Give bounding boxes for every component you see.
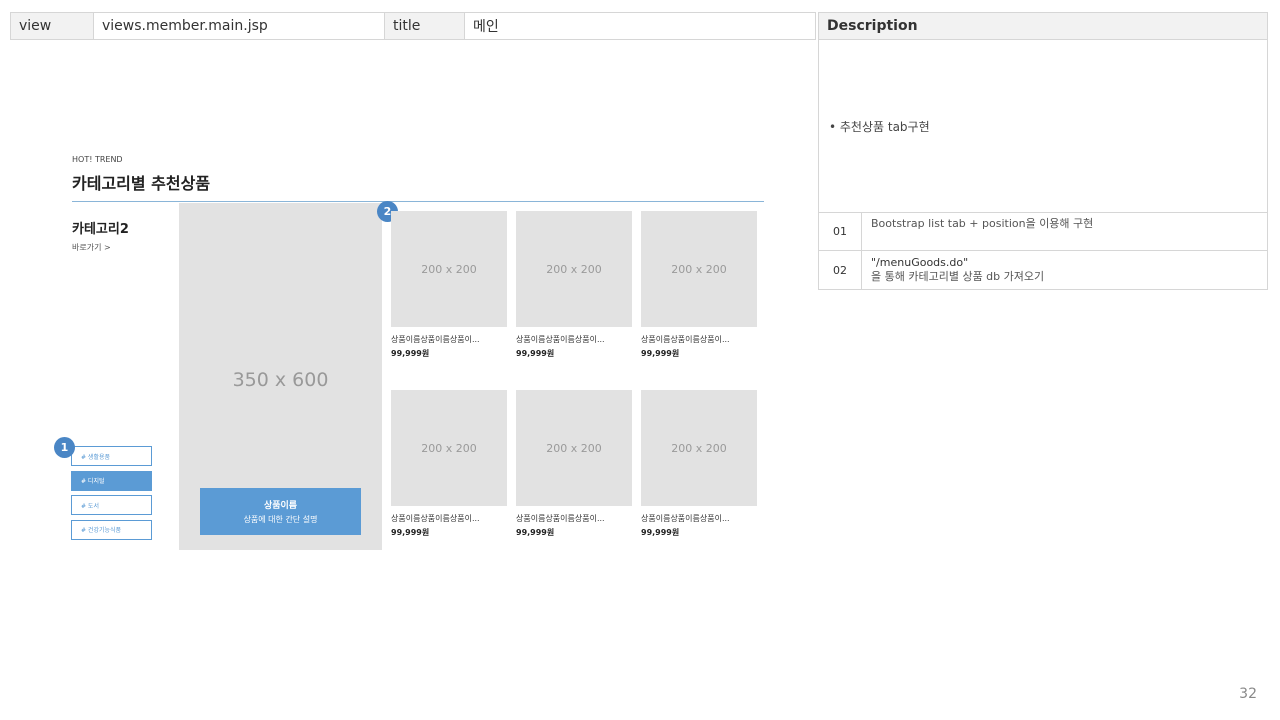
category-shortcut-link[interactable]: 바로가기 > (72, 242, 111, 253)
title-label: title (384, 12, 465, 40)
title-value: 메인 (464, 12, 816, 40)
description-row: 01 Bootstrap list tab + position을 이용해 구현 (818, 212, 1268, 251)
product-image-placeholder: 200 x 200 (391, 211, 507, 327)
category-name: 카테고리2 (72, 222, 129, 237)
row-text: "/menuGoods.do" 을 통해 카테고리별 상품 db 가져오기 (862, 251, 1044, 289)
tab-books[interactable]: # 도서 (71, 495, 152, 515)
product-name: 상품이름상품이름상품이... (516, 514, 605, 523)
featured-product-image[interactable]: 350 x 600 상품이름 상품에 대한 간단 설명 (179, 203, 382, 550)
product-price: 99,999원 (391, 349, 430, 358)
featured-product-banner[interactable]: 상품이름 상품에 대한 간단 설명 (200, 488, 361, 535)
product-image-placeholder: 200 x 200 (516, 211, 632, 327)
view-label: view (10, 12, 94, 40)
description-row: 02 "/menuGoods.do" 을 통해 카테고리별 상품 db 가져오기 (818, 250, 1268, 290)
row-number: 01 (819, 213, 862, 250)
category-tab-list: # 생활용품 # 디지털 # 도서 # 건강기능식품 (71, 446, 152, 544)
description-body: • 추천상품 tab구현 (818, 39, 1268, 213)
description-heading: Description (818, 12, 1268, 40)
page-number: 32 (1239, 686, 1257, 702)
product-price: 99,999원 (641, 528, 680, 537)
featured-image-placeholder: 350 x 600 (232, 369, 329, 391)
spec-header-table: view views.member.main.jsp title 메인 (10, 12, 816, 40)
section-title: 카테고리별 추천상품 (72, 174, 211, 193)
product-card[interactable]: 200 x 200 상품이름상품이름상품이... 99,999원 (516, 390, 632, 538)
product-name: 상품이름상품이름상품이... (391, 335, 480, 344)
product-card[interactable]: 200 x 200 상품이름상품이름상품이... 99,999원 (391, 211, 507, 359)
row-text-line: "/menuGoods.do" (871, 256, 969, 269)
product-price: 99,999원 (391, 528, 430, 537)
product-image-placeholder: 200 x 200 (641, 211, 757, 327)
product-name: 상품이름상품이름상품이... (641, 514, 730, 523)
section-subtitle: HOT! TREND (72, 155, 123, 164)
view-value: views.member.main.jsp (93, 12, 385, 40)
product-name: 상품이름상품이름상품이... (641, 335, 730, 344)
product-card[interactable]: 200 x 200 상품이름상품이름상품이... 99,999원 (516, 211, 632, 359)
row-number: 02 (819, 251, 862, 289)
product-card[interactable]: 200 x 200 상품이름상품이름상품이... 99,999원 (391, 390, 507, 538)
row-text-line: Bootstrap list tab + position을 이용해 구현 (871, 217, 1094, 230)
row-text-line: 을 통해 카테고리별 상품 db 가져오기 (871, 270, 1045, 283)
featured-product-desc: 상품에 대한 간단 설명 (243, 515, 318, 524)
section-divider (72, 201, 764, 202)
product-image-placeholder: 200 x 200 (641, 390, 757, 506)
product-image-placeholder: 200 x 200 (391, 390, 507, 506)
product-card[interactable]: 200 x 200 상품이름상품이름상품이... 99,999원 (641, 211, 757, 359)
product-price: 99,999원 (516, 528, 555, 537)
product-name: 상품이름상품이름상품이... (516, 335, 605, 344)
tab-living[interactable]: # 생활용품 (71, 446, 152, 466)
product-image-placeholder: 200 x 200 (516, 390, 632, 506)
description-bullet: • 추천상품 tab구현 (829, 120, 930, 134)
tab-health-food[interactable]: # 건강기능식품 (71, 519, 152, 540)
product-price: 99,999원 (516, 349, 555, 358)
featured-product-name: 상품이름 (263, 501, 298, 511)
product-card[interactable]: 200 x 200 상품이름상품이름상품이... 99,999원 (641, 390, 757, 538)
tab-digital[interactable]: # 디지털 (71, 470, 152, 491)
annotation-badge: 1 (54, 437, 75, 458)
product-name: 상품이름상품이름상품이... (391, 514, 480, 523)
row-text: Bootstrap list tab + position을 이용해 구현 (862, 213, 1093, 250)
product-price: 99,999원 (641, 349, 680, 358)
